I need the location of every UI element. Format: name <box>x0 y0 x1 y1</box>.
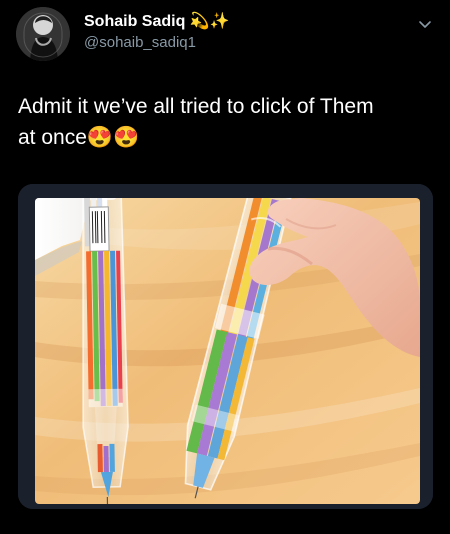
tweet-text: Admit it we’ve all tried to click of The… <box>18 91 423 153</box>
pens-photo <box>18 184 433 509</box>
tweet-header: Sohaib Sadiq 💫✨ @sohaib_sadiq1 <box>0 0 450 70</box>
tweet-text-line-1: Admit it we’ve all tried to click of The… <box>18 95 374 118</box>
heart-eyes-emojis: 😍😍 <box>86 126 140 149</box>
avatar-image <box>16 7 70 61</box>
avatar[interactable] <box>16 7 70 61</box>
author-name-text[interactable]: Sohaib Sadiq <box>84 13 185 30</box>
author-badge-emoji: 💫✨ <box>189 13 230 30</box>
author-name[interactable]: Sohaib Sadiq 💫✨ <box>84 12 230 32</box>
tweet-text-line-2: at once <box>18 126 87 149</box>
tweet-image[interactable] <box>18 184 433 509</box>
chevron-down-icon[interactable] <box>418 18 432 32</box>
author-handle[interactable]: @sohaib_sadiq1 <box>84 34 196 52</box>
